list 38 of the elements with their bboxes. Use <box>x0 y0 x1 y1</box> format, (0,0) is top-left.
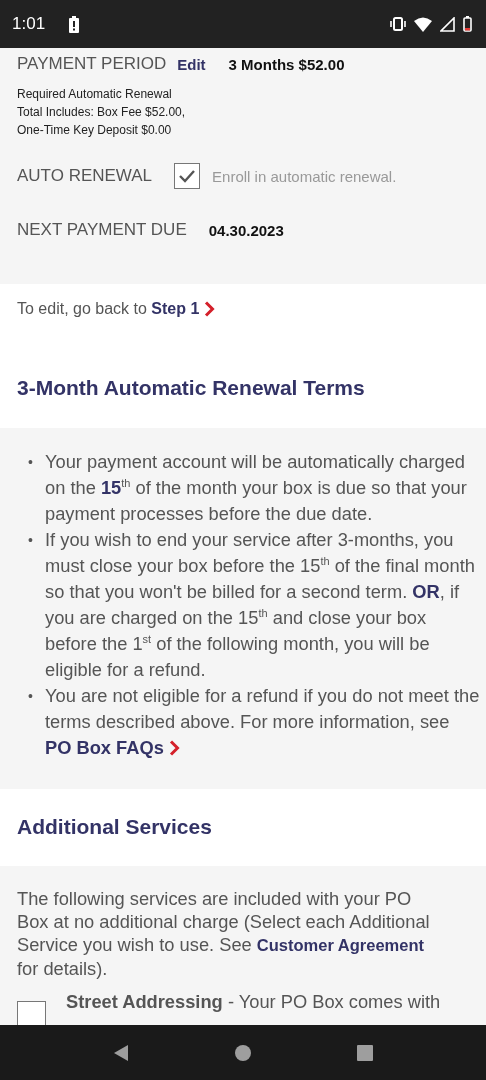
service-text: Street Addressing - Your PO Box comes with <box>66 991 441 1013</box>
note-text: Required Automatic Renewal <box>17 87 172 101</box>
bullet-marker: • <box>28 687 34 706</box>
field-label: PAYMENT PERIOD <box>17 54 167 74</box>
field-label: AUTO RENEWAL <box>17 166 153 186</box>
edit-link[interactable]: Edit <box>177 55 206 73</box>
field-value: 3 Months $52.00 <box>228 55 345 73</box>
check-icon <box>178 169 197 183</box>
faq-link[interactable]: PO Box FAQs <box>45 735 180 761</box>
checkbox[interactable] <box>174 163 201 189</box>
chevron-right-icon <box>204 301 216 317</box>
clock-time: 1:01 <box>12 14 46 34</box>
agreement-link[interactable]: Customer Agreement <box>256 936 424 954</box>
intro-paragraph: The following services are included with your PO Box at no additional charge (Select each Additional Service you wish to use. See Customer Agreement for details). <box>17 887 431 980</box>
back-icon[interactable] <box>112 1043 129 1062</box>
recents-icon[interactable] <box>357 1044 374 1061</box>
battery-alert-icon <box>69 15 80 33</box>
checkbox[interactable] <box>17 1001 46 1025</box>
checkbox-label: Enroll in automatic renewal. <box>212 167 397 185</box>
battery-icon <box>463 16 472 32</box>
field-value: 04.30.2023 <box>208 221 284 239</box>
step-link[interactable]: Step 1 <box>151 300 216 318</box>
signal-icon <box>440 16 455 32</box>
home-icon[interactable] <box>234 1043 252 1062</box>
field-label: NEXT PAYMENT DUE <box>17 220 187 240</box>
vibrate-icon <box>390 17 406 31</box>
note-text: One-Time Key Deposit $0.00 <box>17 123 172 137</box>
section-heading: Additional Services <box>17 815 213 839</box>
chevron-right-icon <box>168 740 180 756</box>
bullet-text: If you wish to end your service after 3-months, you must close your box before the 15$^{th}$ of the final month so that you won't be billed for a second term. OR, if you are charged on the 15$^{th}$ and close your box before the 1$^{st}$ of the following month, you will be eligible for a refund. <box>45 528 476 682</box>
bullet-text: Your payment account will be automatically charged on the 15$^{th}$ of the month your box is due so that your payment processes before the due date. <box>45 450 468 526</box>
edit-instruction: To edit, go back to Step 1 <box>17 300 469 318</box>
bullet-marker: • <box>28 531 34 550</box>
section-heading: 3-Month Automatic Renewal Terms <box>17 376 366 400</box>
bullet-text: You are not eligible for a refund if you do not meet the terms described above. For more information, see PO Box FAQs <box>45 683 482 761</box>
bullet-marker: • <box>28 453 34 472</box>
note-text: Total Includes: Box Fee $52.00, <box>17 105 186 119</box>
wifi-icon <box>414 16 432 32</box>
